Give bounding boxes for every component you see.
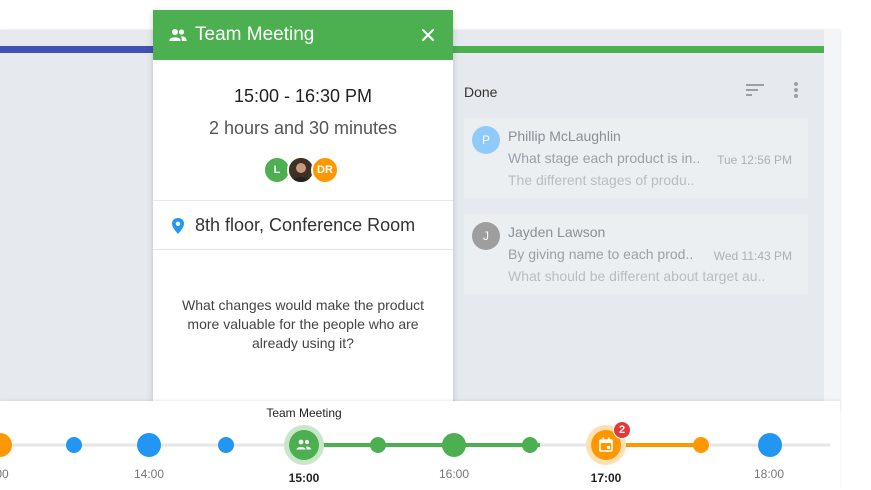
popup-title: Team Meeting	[195, 24, 315, 45]
avatar: J	[472, 222, 500, 250]
avatar[interactable]: DR	[311, 156, 339, 184]
card-author: Phillip McLaughlin	[508, 128, 621, 144]
app-stage: Done P Phillip McLaughlin What stage eac…	[0, 0, 871, 490]
card-subject: What stage each product is in..	[508, 150, 701, 166]
card-author: Jayden Lawson	[508, 224, 606, 240]
card-preview: The different stages of produ..	[508, 172, 695, 188]
event-location: 8th floor, Conference Room	[171, 214, 441, 238]
more-vert-icon[interactable]	[788, 80, 804, 100]
location-text: 8th floor, Conference Room	[195, 215, 416, 235]
timeline-dot[interactable]	[137, 433, 161, 457]
people-icon	[169, 29, 187, 41]
card-subject: By giving name to each prod..	[508, 246, 694, 262]
timeline-dot[interactable]	[370, 437, 386, 453]
timeline-event-team-meeting[interactable]	[289, 430, 319, 460]
event-duration: 2 hours and 30 minutes	[208, 118, 398, 138]
avatar: P	[472, 126, 500, 154]
popup-header: Team Meeting	[153, 10, 453, 60]
close-icon[interactable]	[419, 26, 437, 44]
divider	[153, 249, 453, 250]
divider	[153, 200, 453, 201]
event-time-range: 15:00 - 16:30 PM	[233, 86, 373, 106]
timeline-time-label: 18:00	[753, 467, 785, 481]
timeline-dot[interactable]	[758, 433, 782, 457]
timeline-time-label-active: 17:00	[590, 471, 622, 485]
location-pin-icon	[172, 218, 184, 234]
done-card[interactable]: P Phillip McLaughlin What stage each pro…	[464, 118, 808, 198]
event-popup: Team Meeting 15:00 - 16:30 PM 2 hours an…	[153, 10, 453, 410]
person-photo-icon	[289, 158, 313, 182]
done-column-title: Done	[464, 84, 498, 100]
lane-color-bar-blue	[0, 46, 153, 53]
timeline-track	[0, 425, 830, 465]
timeline-time-label-active: 15:00	[288, 471, 320, 485]
attendee-avatars: L DR	[263, 156, 343, 184]
timeline: Team Meeting 2 00 14:00 15:00 16:00 17:0…	[0, 401, 840, 490]
timeline-dot[interactable]	[442, 433, 466, 457]
timeline-event-label: Team Meeting	[266, 406, 342, 420]
card-preview: What should be different about target au…	[508, 268, 766, 284]
timeline-dot[interactable]	[66, 437, 82, 453]
timeline-time-label: 14:00	[133, 467, 165, 481]
notification-badge: 2	[613, 421, 631, 439]
timeline-dot[interactable]	[218, 437, 234, 453]
card-timestamp: Tue 12:56 PM	[717, 153, 792, 167]
timeline-dot[interactable]	[522, 437, 538, 453]
lane-color-bar-green	[453, 46, 824, 53]
timeline-dot[interactable]	[0, 433, 12, 457]
timeline-time-label: 16:00	[438, 467, 470, 481]
board-edge	[824, 30, 840, 410]
timeline-time-label: 00	[0, 467, 9, 481]
sort-icon[interactable]	[745, 82, 765, 98]
event-description: What changes would make the product more…	[181, 297, 425, 351]
card-timestamp: Wed 11:43 PM	[713, 249, 792, 263]
done-card[interactable]: J Jayden Lawson By giving name to each p…	[464, 214, 808, 294]
timeline-dot[interactable]	[693, 437, 709, 453]
